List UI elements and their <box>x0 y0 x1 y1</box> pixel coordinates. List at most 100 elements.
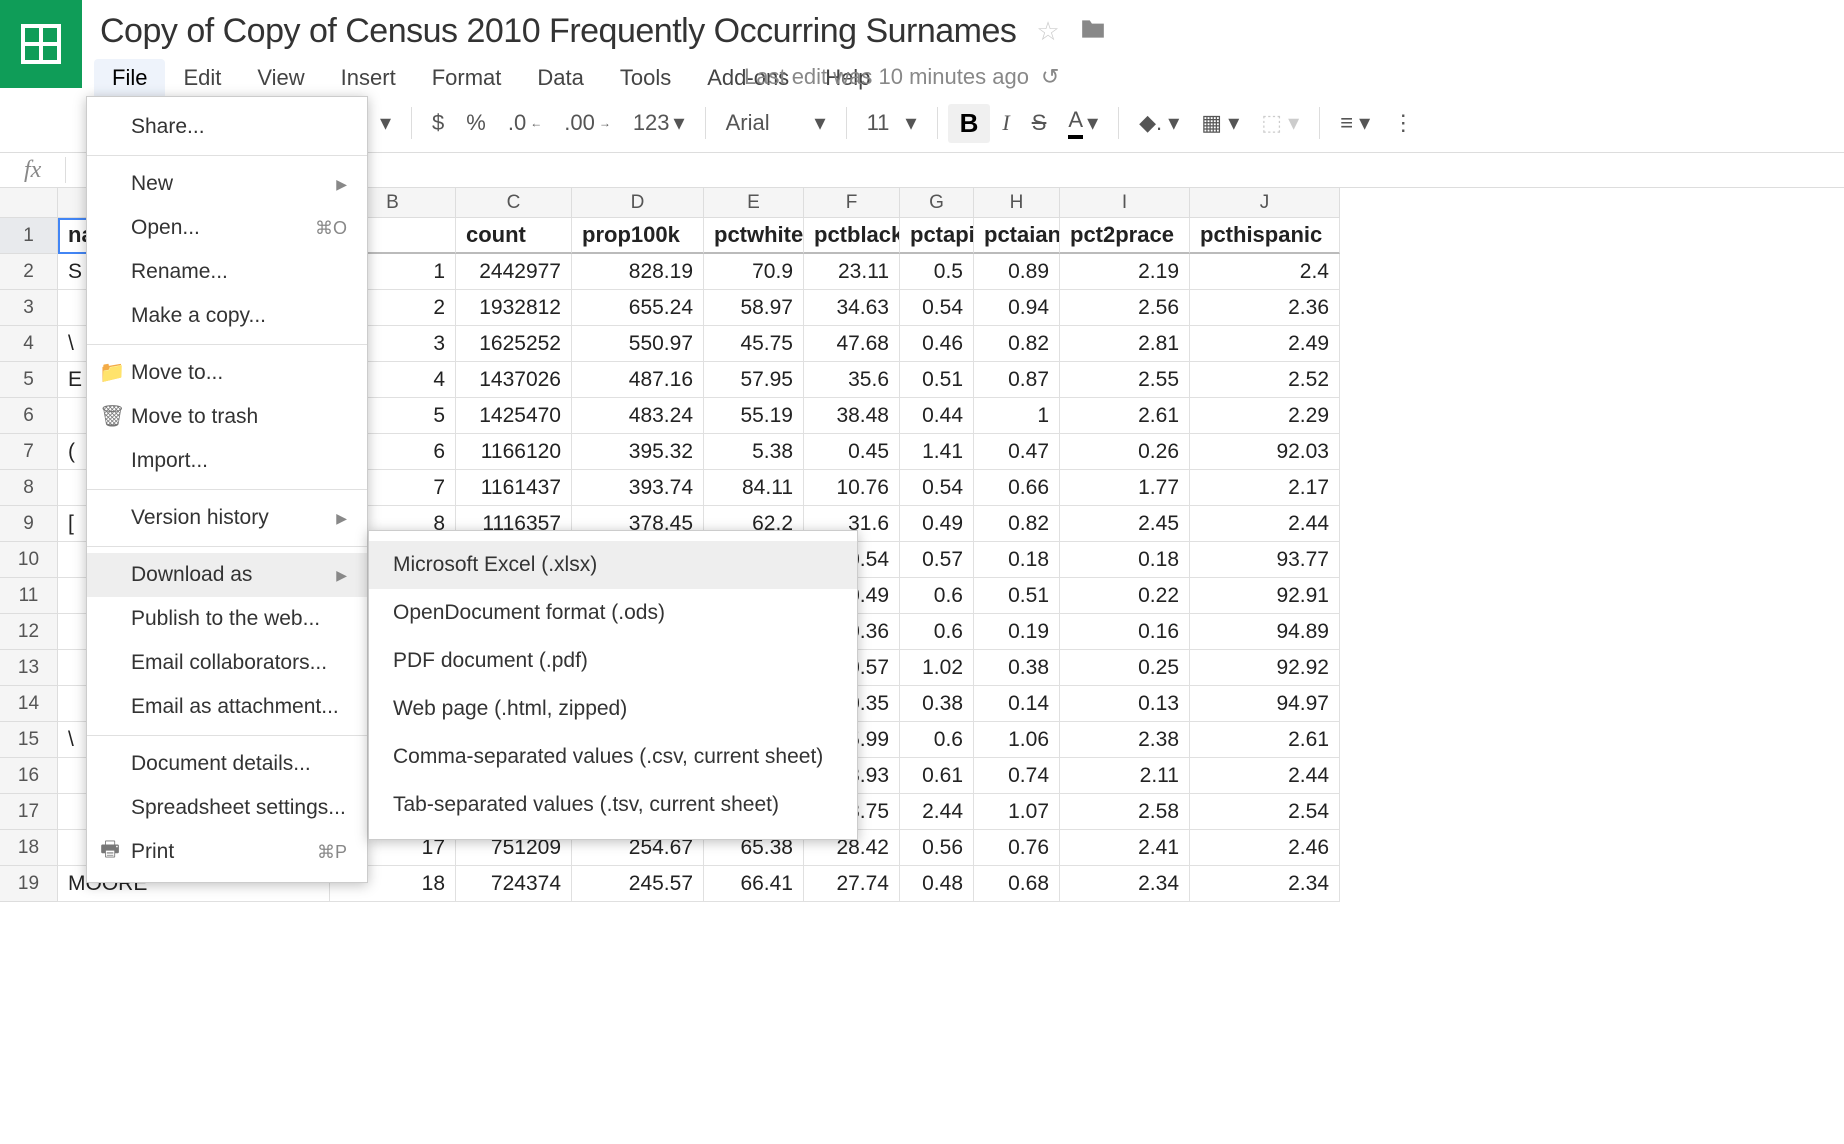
cell[interactable]: 2.4 <box>1190 254 1340 290</box>
menu-view[interactable]: View <box>239 59 322 97</box>
percent-button[interactable]: % <box>456 104 496 142</box>
cell[interactable]: 92.92 <box>1190 650 1340 686</box>
more-button[interactable]: ⋮ <box>1382 104 1424 142</box>
file-spreadsheet-settings[interactable]: Spreadsheet settings... <box>87 786 367 830</box>
cell[interactable]: 0.66 <box>974 470 1060 506</box>
cell[interactable]: 2.38 <box>1060 722 1190 758</box>
cell[interactable]: 1425470 <box>456 398 572 434</box>
file-move-to[interactable]: 📁Move to... <box>87 351 367 395</box>
row-header[interactable]: 16 <box>0 758 58 794</box>
col-header-D[interactable]: D <box>572 188 704 218</box>
document-title[interactable]: Copy of Copy of Census 2010 Frequently O… <box>100 12 1016 51</box>
cell[interactable]: 2.55 <box>1060 362 1190 398</box>
file-print[interactable]: 🖶Print⌘P <box>87 830 367 874</box>
file-move-trash[interactable]: 🗑Move to trash <box>87 395 367 439</box>
cell[interactable]: 2.58 <box>1060 794 1190 830</box>
currency-button[interactable]: $ <box>422 104 454 142</box>
cell[interactable]: 2.11 <box>1060 758 1190 794</box>
cell[interactable]: 828.19 <box>572 254 704 290</box>
row-header[interactable]: 11 <box>0 578 58 614</box>
sheets-logo[interactable] <box>0 0 82 88</box>
cell[interactable]: 0.6 <box>900 614 974 650</box>
cell[interactable]: 2.81 <box>1060 326 1190 362</box>
folder-icon[interactable] <box>1080 18 1106 45</box>
cell[interactable]: 0.68 <box>974 866 1060 902</box>
row-header[interactable]: 1 <box>0 218 58 254</box>
cell[interactable]: 724374 <box>456 866 572 902</box>
cell[interactable]: 0.45 <box>804 434 900 470</box>
cell[interactable]: 10.76 <box>804 470 900 506</box>
row-header[interactable]: 13 <box>0 650 58 686</box>
cell[interactable]: 550.97 <box>572 326 704 362</box>
menu-file[interactable]: File <box>94 59 165 97</box>
cell[interactable]: 66.41 <box>704 866 804 902</box>
cell[interactable]: 0.18 <box>974 542 1060 578</box>
cell[interactable]: 0.5 <box>900 254 974 290</box>
download-csv[interactable]: Comma-separated values (.csv, current sh… <box>369 733 857 781</box>
row-header[interactable]: 15 <box>0 722 58 758</box>
cell[interactable]: 2.61 <box>1190 722 1340 758</box>
download-html[interactable]: Web page (.html, zipped) <box>369 685 857 733</box>
file-doc-details[interactable]: Document details... <box>87 742 367 786</box>
cell[interactable]: 395.32 <box>572 434 704 470</box>
file-rename[interactable]: Rename... <box>87 250 367 294</box>
row-header[interactable]: 2 <box>0 254 58 290</box>
cell[interactable]: 393.74 <box>572 470 704 506</box>
cell[interactable]: 1.06 <box>974 722 1060 758</box>
cell[interactable]: 0.38 <box>974 650 1060 686</box>
cell[interactable]: 34.63 <box>804 290 900 326</box>
cell[interactable]: pctaian <box>974 218 1060 254</box>
cell[interactable]: 0.38 <box>900 686 974 722</box>
strikethrough-button[interactable]: S <box>1022 104 1057 142</box>
row-header[interactable]: 10 <box>0 542 58 578</box>
menu-tools[interactable]: Tools <box>602 59 689 97</box>
cell[interactable]: 1.02 <box>900 650 974 686</box>
row-header[interactable]: 4 <box>0 326 58 362</box>
cell[interactable]: 0.61 <box>900 758 974 794</box>
star-icon[interactable]: ☆ <box>1036 16 1059 47</box>
cell[interactable]: 0.18 <box>1060 542 1190 578</box>
cell[interactable]: 1.07 <box>974 794 1060 830</box>
file-email-attach[interactable]: Email as attachment... <box>87 685 367 729</box>
font-family-select[interactable]: Arial▾ <box>716 104 836 142</box>
cell[interactable]: 2.34 <box>1060 866 1190 902</box>
cell[interactable]: 27.74 <box>804 866 900 902</box>
cell[interactable]: 2.17 <box>1190 470 1340 506</box>
menu-data[interactable]: Data <box>519 59 601 97</box>
cell[interactable]: pctblack <box>804 218 900 254</box>
cell[interactable]: 23.11 <box>804 254 900 290</box>
cell[interactable]: 0.74 <box>974 758 1060 794</box>
cell[interactable]: 2.44 <box>1190 758 1340 794</box>
cell[interactable]: 0.47 <box>974 434 1060 470</box>
cell[interactable]: 0.25 <box>1060 650 1190 686</box>
menu-edit[interactable]: Edit <box>165 59 239 97</box>
cell[interactable]: 2.29 <box>1190 398 1340 434</box>
text-color-button[interactable]: A ▾ <box>1058 101 1108 145</box>
col-header-J[interactable]: J <box>1190 188 1340 218</box>
download-xlsx[interactable]: Microsoft Excel (.xlsx) <box>369 541 857 589</box>
dropdown-icon[interactable]: ▾ <box>370 104 401 142</box>
col-header-G[interactable]: G <box>900 188 974 218</box>
cell[interactable]: pct2prace <box>1060 218 1190 254</box>
file-email-collab[interactable]: Email collaborators... <box>87 641 367 685</box>
borders-button[interactable]: ▦ ▾ <box>1191 104 1249 142</box>
cell[interactable]: 5.38 <box>704 434 804 470</box>
cell[interactable]: 0.56 <box>900 830 974 866</box>
row-header[interactable]: 19 <box>0 866 58 902</box>
cell[interactable]: 0.82 <box>974 506 1060 542</box>
file-download-as[interactable]: Download as▶ <box>87 553 367 597</box>
row-header[interactable]: 5 <box>0 362 58 398</box>
cell[interactable]: 245.57 <box>572 866 704 902</box>
cell[interactable]: 1 <box>974 398 1060 434</box>
row-header[interactable]: 9 <box>0 506 58 542</box>
col-header-I[interactable]: I <box>1060 188 1190 218</box>
col-header-H[interactable]: H <box>974 188 1060 218</box>
cell[interactable]: 92.03 <box>1190 434 1340 470</box>
font-size-select[interactable]: 11▾ <box>857 104 927 142</box>
row-header[interactable]: 6 <box>0 398 58 434</box>
cell[interactable]: 2.34 <box>1190 866 1340 902</box>
file-share[interactable]: Share... <box>87 105 367 149</box>
cell[interactable]: 1932812 <box>456 290 572 326</box>
cell[interactable]: 655.24 <box>572 290 704 326</box>
cell[interactable]: 2442977 <box>456 254 572 290</box>
